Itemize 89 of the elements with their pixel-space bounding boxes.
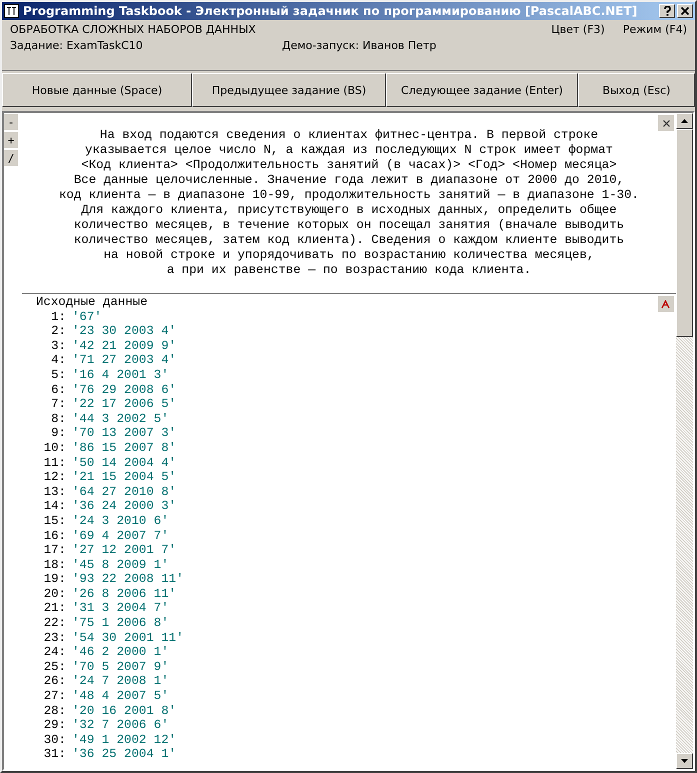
data-value: '70 5 2007 9'	[72, 660, 169, 674]
line-number: 26:	[42, 674, 66, 690]
line-number: 4:	[50, 353, 66, 368]
action-button[interactable]: Следующее задание (Enter)	[386, 73, 578, 107]
data-heading: Исходные данные	[36, 295, 148, 310]
data-value: '64 27 2010 8'	[72, 484, 176, 500]
line-number: 6:	[50, 382, 66, 398]
font-size-button[interactable]: /	[4, 150, 18, 166]
task-name: Задание: ExamTaskC10	[10, 39, 144, 54]
data-value: '21 15 2004 5'	[72, 470, 176, 485]
font-letter-icon	[661, 300, 670, 308]
line-number: 16:	[42, 528, 66, 544]
data-value: '45 8 2009 1'	[72, 558, 169, 572]
line-number: 23:	[42, 630, 66, 646]
data-value: '76 29 2008 6'	[72, 382, 176, 398]
data-value: '23 30 2003 4'	[72, 324, 176, 339]
data-value: '69 4 2007 7'	[72, 528, 169, 544]
font-button[interactable]	[658, 296, 674, 312]
data-value: '27 12 2001 7'	[72, 543, 176, 558]
line-number: 9:	[50, 426, 66, 441]
data-value: '93 22 2008 11'	[72, 572, 184, 587]
task-description: На вход подаются сведения о клиентах фитнес-центра. В первой строке указывается целое число N, а каждая из последующих N строк имеет формат <Код клиента> <Продолжительность занятий (в часах)> <Год> <Номер месяца> Все данные целочисленные. Значение года лежит в диапазоне от 2000 до 2010, код клиента — в диапазоне 10-99, продолжительность занятий — в диапазоне 1-30. Для каждого клиента, присутствующего в исходных данных, определить общее количество месяцев, в течение которых он посещал занятия (вначале выводить количество месяцев, затем код клиента). Сведения о каждом клиенте выводить на новой строке и упорядочивать по возрастанию количества месяцев, а при их равенстве — по возрастанию кода клиента.	[59, 128, 639, 278]
line-number: 12:	[42, 470, 66, 485]
close-icon	[662, 120, 670, 126]
action-button[interactable]: Новые данные (Space)	[2, 73, 192, 107]
window-title: Programming Taskbook - Электронный задачник по программированию [PascalABC.NET]	[23, 4, 638, 18]
demo-run-label: Демо-запуск: Иванов Петр	[282, 39, 438, 54]
data-value: '42 21 2009 9'	[72, 338, 176, 354]
data-value: '32 7 2006 6'	[72, 718, 169, 733]
line-number: 1:	[50, 310, 66, 324]
action-button[interactable]: Выход (Esc)	[578, 73, 695, 107]
display-mode-label[interactable]: Режим (F4)	[622, 23, 687, 39]
data-value: '24 7 2008 1'	[72, 674, 169, 690]
data-value: '46 2 2000 1'	[72, 645, 169, 660]
line-number: 31:	[42, 747, 66, 762]
scroll-up-icon	[681, 119, 688, 123]
data-value: '70 13 2007 3'	[72, 426, 176, 441]
close-button[interactable]	[677, 4, 693, 18]
data-value: '48 4 2007 5'	[72, 689, 169, 704]
vertical-scrollbar[interactable]	[676, 113, 693, 769]
line-number: 30:	[42, 732, 66, 748]
font-size-button[interactable]: +	[4, 132, 18, 148]
close-icon	[681, 7, 689, 15]
line-number: 21:	[42, 601, 66, 616]
data-value: '31 3 2004 7'	[72, 601, 169, 616]
data-value: '54 30 2001 11'	[72, 630, 184, 646]
line-number: 3:	[50, 338, 66, 354]
data-value: '50 14 2004 4'	[72, 456, 176, 470]
line-number: 29:	[42, 718, 66, 733]
font-size-button[interactable]: -	[4, 114, 18, 130]
data-value: '26 8 2006 11'	[72, 586, 176, 602]
data-value: '20 16 2001 8'	[72, 704, 176, 718]
help-icon	[664, 6, 670, 16]
data-value: '86 15 2007 8'	[72, 440, 176, 456]
line-number: 11:	[42, 456, 66, 470]
line-number: 13:	[42, 484, 66, 500]
data-value: '16 4 2001 3'	[72, 368, 169, 383]
line-number: 18:	[42, 558, 66, 572]
line-number: 14:	[42, 499, 66, 514]
data-value: '71 27 2003 4'	[72, 353, 176, 368]
action-button[interactable]: Предыдущее задание (BS)	[192, 73, 386, 107]
line-number: 20:	[42, 586, 66, 602]
scroll-down-icon	[681, 759, 688, 763]
data-value: '24 3 2010 6'	[72, 514, 169, 528]
close-panel-button[interactable]	[658, 115, 674, 131]
line-number: 2:	[50, 324, 66, 339]
line-number: 5:	[50, 368, 66, 383]
app-icon	[4, 4, 19, 18]
line-number: 25:	[42, 660, 66, 674]
data-value: '75 1 2006 8'	[72, 616, 169, 631]
data-value: '49 1 2002 12'	[72, 732, 176, 748]
line-number: 15:	[42, 514, 66, 528]
data-value: '22 17 2006 5'	[72, 397, 176, 412]
line-number: 17:	[42, 543, 66, 558]
help-button[interactable]	[659, 4, 675, 18]
section-title: ОБРАБОТКА СЛОЖНЫХ НАБОРОВ ДАННЫХ	[10, 23, 256, 38]
line-number: 8:	[50, 412, 66, 426]
line-number: 22:	[42, 616, 66, 631]
line-number: 10:	[42, 440, 66, 456]
line-number: 27:	[42, 689, 66, 704]
line-number: 28:	[42, 704, 66, 718]
line-number: 24:	[42, 645, 66, 660]
data-value: '67'	[72, 310, 102, 324]
line-number: 19:	[42, 572, 66, 587]
data-value: '36 24 2000 3'	[72, 499, 176, 514]
data-value: '44 3 2002 5'	[72, 412, 169, 426]
data-value: '36 25 2004 1'	[72, 747, 176, 762]
line-number: 7:	[50, 397, 66, 412]
color-mode-label[interactable]: Цвет (F3)	[551, 23, 605, 39]
